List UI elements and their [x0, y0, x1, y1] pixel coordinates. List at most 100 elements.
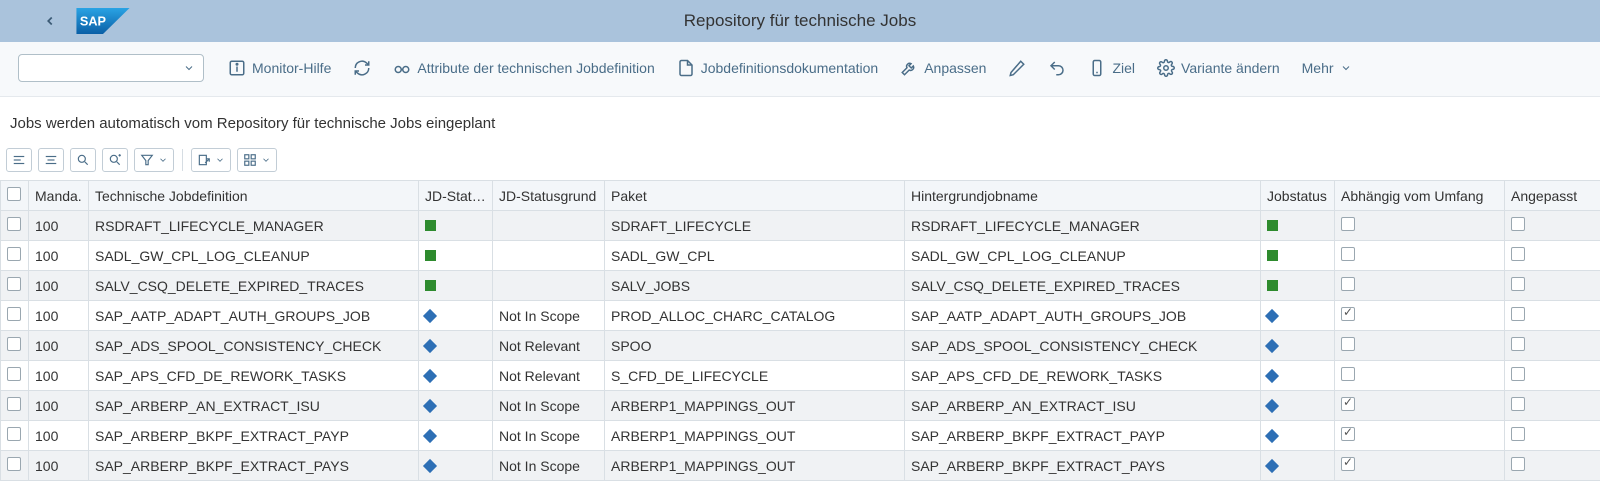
filter-button[interactable]	[134, 148, 174, 172]
cell-adjusted[interactable]	[1505, 331, 1600, 361]
col-adjusted[interactable]: Angepasst	[1505, 181, 1600, 211]
chevron-down-icon	[215, 155, 225, 165]
export-icon	[197, 153, 211, 167]
cell-bgname: SAP_APS_CFD_DE_REWORK_TASKS	[905, 361, 1261, 391]
checkbox-icon	[1511, 427, 1525, 441]
checkbox-icon	[7, 337, 21, 351]
cell-scope[interactable]	[1335, 361, 1505, 391]
table-row[interactable]: 100RSDRAFT_LIFECYCLE_MANAGERSDRAFT_LIFEC…	[1, 211, 1600, 241]
grid-icon	[243, 153, 257, 167]
cell-bgname: SAP_ADS_SPOOL_CONSISTENCY_CHECK	[905, 331, 1261, 361]
col-tech[interactable]: Technische Jobdefinition	[89, 181, 419, 211]
align-center-button[interactable]	[38, 148, 64, 172]
row-select[interactable]	[1, 301, 29, 331]
cell-scope[interactable]	[1335, 301, 1505, 331]
documentation-button[interactable]: Jobdefinitionsdokumentation	[669, 55, 886, 81]
chevron-down-icon	[183, 62, 195, 74]
checkbox-icon	[7, 367, 21, 381]
row-select[interactable]	[1, 451, 29, 481]
row-select[interactable]	[1, 211, 29, 241]
refresh-icon	[353, 59, 371, 77]
cell-jd-status	[419, 421, 493, 451]
col-mandant[interactable]: Manda.	[29, 181, 89, 211]
col-scope[interactable]: Abhängig vom Umfang	[1335, 181, 1505, 211]
cell-paket: S_CFD_DE_LIFECYCLE	[605, 361, 905, 391]
table-row[interactable]: 100SADL_GW_CPL_LOG_CLEANUPSADL_GW_CPLSAD…	[1, 241, 1600, 271]
table-row[interactable]: 100SAP_ARBERP_BKPF_EXTRACT_PAYSNot In Sc…	[1, 451, 1600, 481]
sap-logo: SAP	[74, 8, 132, 34]
col-bgname[interactable]: Hintergrundjobname	[905, 181, 1261, 211]
cell-adjusted[interactable]	[1505, 241, 1600, 271]
checkbox-icon	[1341, 307, 1355, 321]
row-select[interactable]	[1, 391, 29, 421]
variant-button[interactable]: Variante ändern	[1149, 55, 1288, 81]
export-button[interactable]	[191, 148, 231, 172]
cell-mandant: 100	[29, 241, 89, 271]
col-jobstatus[interactable]: Jobstatus	[1261, 181, 1335, 211]
cell-mandant: 100	[29, 361, 89, 391]
row-select[interactable]	[1, 421, 29, 451]
layout-button[interactable]	[237, 148, 277, 172]
command-dropdown[interactable]	[18, 54, 204, 82]
row-select[interactable]	[1, 331, 29, 361]
table-row[interactable]: 100SAP_APS_CFD_DE_REWORK_TASKSNot Releva…	[1, 361, 1600, 391]
cell-scope[interactable]	[1335, 241, 1505, 271]
cell-adjusted[interactable]	[1505, 361, 1600, 391]
cell-jd-reason	[493, 271, 605, 301]
checkbox-icon	[7, 427, 21, 441]
table-row[interactable]: 100SAP_AATP_ADAPT_AUTH_GROUPS_JOBNot In …	[1, 301, 1600, 331]
target-button[interactable]: Ziel	[1080, 55, 1143, 81]
cell-adjusted[interactable]	[1505, 301, 1600, 331]
cell-adjusted[interactable]	[1505, 211, 1600, 241]
checkbox-icon	[7, 247, 21, 261]
row-select[interactable]	[1, 241, 29, 271]
adjust-button[interactable]: Anpassen	[892, 55, 994, 81]
find-next-button[interactable]	[102, 148, 128, 172]
status-green-icon	[425, 220, 436, 231]
back-button[interactable]	[36, 7, 64, 35]
cell-jobstatus	[1261, 331, 1335, 361]
status-green-icon	[1267, 220, 1278, 231]
edit-button[interactable]	[1000, 55, 1034, 81]
table-row[interactable]: 100SAP_ARBERP_BKPF_EXTRACT_PAYPNot In Sc…	[1, 421, 1600, 451]
chevron-down-icon	[1340, 62, 1352, 74]
table-toolbar	[0, 148, 1600, 180]
cell-scope[interactable]	[1335, 271, 1505, 301]
col-jd-reason[interactable]: JD-Statusgrund	[493, 181, 605, 211]
cell-scope[interactable]	[1335, 451, 1505, 481]
attributes-button[interactable]: Attribute der technischen Jobdefinition	[385, 55, 662, 81]
monitor-help-button[interactable]: Monitor-Hilfe	[220, 55, 339, 81]
cell-scope[interactable]	[1335, 211, 1505, 241]
cell-scope[interactable]	[1335, 421, 1505, 451]
checkbox-icon	[1511, 307, 1525, 321]
table-row[interactable]: 100SALV_CSQ_DELETE_EXPIRED_TRACESSALV_JO…	[1, 271, 1600, 301]
table-row[interactable]: 100SAP_ADS_SPOOL_CONSISTENCY_CHECKNot Re…	[1, 331, 1600, 361]
cell-adjusted[interactable]	[1505, 271, 1600, 301]
cell-adjusted[interactable]	[1505, 421, 1600, 451]
checkbox-icon	[7, 277, 21, 291]
undo-button[interactable]	[1040, 55, 1074, 81]
cell-paket: SPOO	[605, 331, 905, 361]
cell-scope[interactable]	[1335, 391, 1505, 421]
status-blue-icon	[1265, 428, 1279, 442]
row-select[interactable]	[1, 271, 29, 301]
checkbox-icon	[1511, 217, 1525, 231]
cell-jd-reason: Not Relevant	[493, 331, 605, 361]
target-label: Ziel	[1112, 60, 1135, 76]
col-jd-status[interactable]: JD-Status	[419, 181, 493, 211]
select-all-header[interactable]	[1, 181, 29, 211]
align-left-button[interactable]	[6, 148, 32, 172]
col-paket[interactable]: Paket	[605, 181, 905, 211]
cell-jobstatus	[1261, 301, 1335, 331]
cell-adjusted[interactable]	[1505, 391, 1600, 421]
cell-jd-reason	[493, 241, 605, 271]
cell-jobstatus	[1261, 391, 1335, 421]
wrench-icon	[900, 59, 918, 77]
row-select[interactable]	[1, 361, 29, 391]
find-button[interactable]	[70, 148, 96, 172]
cell-adjusted[interactable]	[1505, 451, 1600, 481]
refresh-button[interactable]	[345, 55, 379, 81]
more-button[interactable]: Mehr	[1294, 56, 1360, 80]
table-row[interactable]: 100SAP_ARBERP_AN_EXTRACT_ISUNot In Scope…	[1, 391, 1600, 421]
cell-scope[interactable]	[1335, 331, 1505, 361]
